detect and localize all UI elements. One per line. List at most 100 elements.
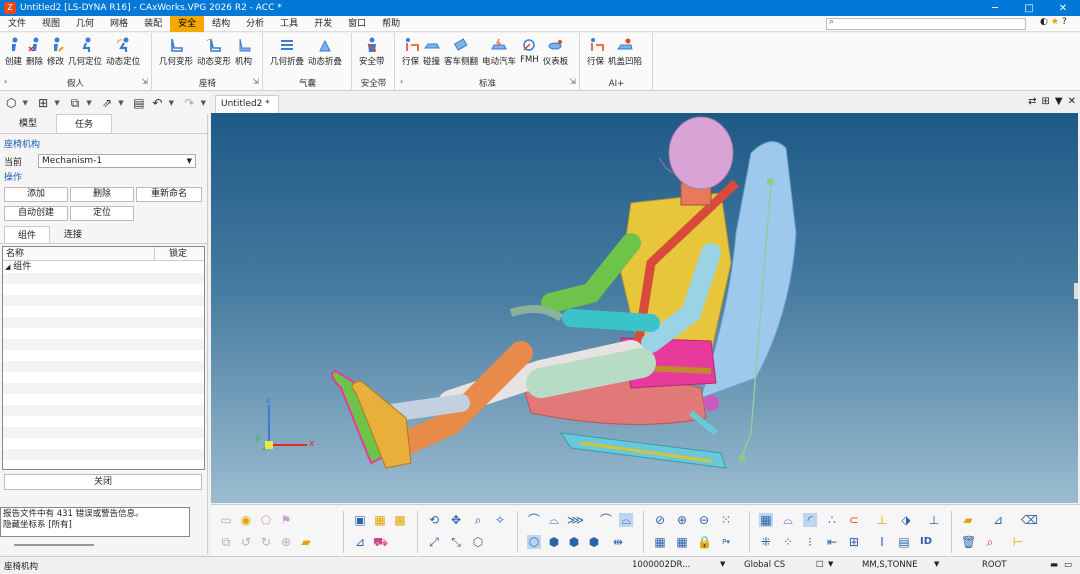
add-button[interactable]: 添加 (4, 187, 68, 202)
ai-pedestrian-button[interactable]: 行保 (585, 37, 606, 67)
graph-icon[interactable]: ⊿ (353, 535, 367, 549)
search-input[interactable]: ⌕ (826, 17, 1026, 30)
close-button[interactable]: 关闭 (4, 474, 202, 490)
zoom-icon[interactable]: ⌕ (471, 513, 485, 527)
front-view-icon[interactable]: ⬢ (547, 535, 561, 549)
dynamic-position-button[interactable]: 动态定位 (104, 37, 142, 67)
minimize-button[interactable]: ─ (978, 3, 1012, 14)
bus-rollover-button[interactable]: 客车侧翻 (442, 37, 480, 67)
top-view-icon[interactable]: ⬢ (567, 535, 581, 549)
rename-button[interactable]: 重新命名 (136, 187, 202, 202)
dialog-launcher-icon[interactable]: ⇲ (252, 77, 259, 86)
cube-icon[interactable]: ⬡ (4, 95, 19, 111)
dynamic-fold-button[interactable]: 动态折叠 (306, 37, 344, 67)
grid-icon[interactable]: ▦ (759, 513, 773, 527)
flag-select-icon[interactable]: ⚑ (279, 513, 293, 527)
mechanism-select[interactable]: Mechanism-1 ▼ (38, 154, 197, 168)
folder-icon[interactable]: ▰ (299, 535, 313, 549)
node-grid-icon[interactable]: ⁜ (759, 535, 773, 549)
tab-components[interactable]: 组件 (4, 226, 50, 243)
export-icon[interactable]: ⇗ (100, 95, 115, 111)
geometry-deform-button[interactable]: 几何变形 (157, 37, 195, 67)
fmh-button[interactable]: FMH (518, 37, 541, 67)
part-icon[interactable]: P▾ (719, 535, 733, 549)
status-dr[interactable]: DR... (670, 560, 690, 570)
display-detail-icon[interactable]: ▦ (373, 513, 387, 527)
star-icon[interactable]: ★ (1051, 17, 1059, 27)
3d-viewport[interactable]: x z y (211, 113, 1078, 503)
undo-select-icon[interactable]: ↺ (239, 535, 253, 549)
tile-icon[interactable]: ▦ (653, 535, 667, 549)
magnet-icon[interactable]: ⊂ (847, 513, 861, 527)
tile2-icon[interactable]: ▦ (675, 535, 689, 549)
delete-mechanism-button[interactable]: 删除 (70, 187, 134, 202)
arc-icon[interactable]: ◜ (803, 513, 817, 527)
pedestrian-button[interactable]: 行保 (400, 37, 421, 67)
crash-button[interactable]: 碰撞 (421, 37, 442, 67)
lock-icon[interactable]: 🔒 (697, 535, 712, 549)
column-name[interactable]: 名称 (3, 247, 155, 260)
menu-develop[interactable]: 开发 (306, 16, 340, 32)
viewport-resize-handle[interactable] (1074, 283, 1078, 299)
menu-assembly[interactable]: 装配 (136, 16, 170, 32)
checkbox-icon[interactable]: ☐ (816, 560, 824, 570)
menu-window[interactable]: 窗口 (340, 16, 374, 32)
zoom-region-icon[interactable]: ⤡ (449, 535, 463, 549)
wire-icon[interactable]: ⌒ (527, 513, 541, 527)
zoom-box-icon[interactable]: ⤢ (427, 535, 441, 549)
arrow-icon[interactable]: ⇤ (825, 535, 839, 549)
status-units[interactable]: MM,S,TONNE (862, 560, 917, 570)
menu-structure[interactable]: 结构 (204, 16, 238, 32)
cube-view-icon[interactable]: ⬡ (471, 535, 485, 549)
label-icon[interactable]: ▤ (897, 535, 911, 549)
fit-icon[interactable]: ✧ (493, 513, 507, 527)
message-log[interactable]: 报告文件中有 431 错误或警告信息。 隐藏坐标系 [所有] (0, 507, 190, 537)
panel-icon[interactable]: ▬ (1050, 560, 1058, 570)
component-tree[interactable]: 名称 锁定 ◢ 组件 (2, 246, 205, 470)
pan-icon[interactable]: ✥ (449, 513, 463, 527)
display-icon[interactable]: ▣ (353, 513, 367, 527)
chart-icon[interactable]: ⊿ (991, 513, 1005, 527)
dropdown-icon[interactable]: ▼ (828, 560, 833, 568)
menu-tools[interactable]: 工具 (272, 16, 306, 32)
menu-dropdown-icon[interactable]: ▼ (1055, 96, 1063, 107)
create-button[interactable]: 创建 (3, 37, 24, 67)
surface-icon[interactable]: ⌓ (547, 513, 561, 527)
dynamic-deform-button[interactable]: 动态变形 (195, 37, 233, 67)
mesh-icon[interactable]: ⋙ (567, 513, 584, 527)
modify-button[interactable]: 修改 (45, 37, 66, 67)
close-tab-icon[interactable]: ✕ (1068, 96, 1076, 107)
tab-model[interactable]: 模型 (0, 114, 56, 133)
dialog-launcher-icon[interactable]: ⇲ (569, 77, 576, 86)
panel-alt-icon[interactable]: ▭ (1064, 560, 1072, 570)
plus-icon[interactable]: ⊕ (675, 513, 689, 527)
car-icon[interactable]: ⛟ (373, 535, 388, 549)
rotate-select-icon[interactable]: ↻ (259, 535, 273, 549)
minus-icon[interactable]: ⊖ (697, 513, 711, 527)
maximize-button[interactable]: □ (1012, 3, 1046, 14)
shape-select-icon[interactable]: ⬠ (259, 513, 273, 527)
save-icon[interactable]: ▤ (132, 95, 147, 111)
redo-icon[interactable]: ↷ (182, 95, 197, 111)
close-window-button[interactable]: ✕ (1046, 3, 1080, 14)
target-icon[interactable]: ⊕ (279, 535, 293, 549)
geometry-fold-button[interactable]: 几何折叠 (268, 37, 306, 67)
copy-select-icon[interactable]: ⧉ (219, 535, 233, 549)
no-icon[interactable]: ⊘ (653, 513, 667, 527)
connect-icon[interactable]: ⁝ (803, 535, 817, 549)
dashboard-button[interactable]: 仪表板 (541, 37, 571, 67)
collapse-icon[interactable]: ◢ (5, 263, 10, 271)
eraser-icon[interactable]: ⌫ (1021, 513, 1038, 527)
ring-grid-icon[interactable]: ⁘ (781, 535, 795, 549)
swap-icon[interactable]: ⇄ (1028, 96, 1036, 107)
axis-icon[interactable]: ⊥ (875, 513, 889, 527)
auto-create-button[interactable]: 自动创建 (4, 206, 68, 221)
delete-button[interactable]: 删除 (24, 37, 45, 67)
id-icon[interactable]: ID (919, 535, 933, 549)
edge-icon[interactable]: ⌒ (599, 513, 613, 527)
hood-dent-button[interactable]: 机盖凹陷 (606, 37, 644, 67)
theme-icon[interactable]: ◐ (1040, 17, 1048, 27)
shaded-icon[interactable]: ⌓ (619, 513, 633, 527)
measure-icon[interactable]: ⊥ (927, 513, 941, 527)
dropdown-icon[interactable]: ▼ (934, 560, 939, 568)
